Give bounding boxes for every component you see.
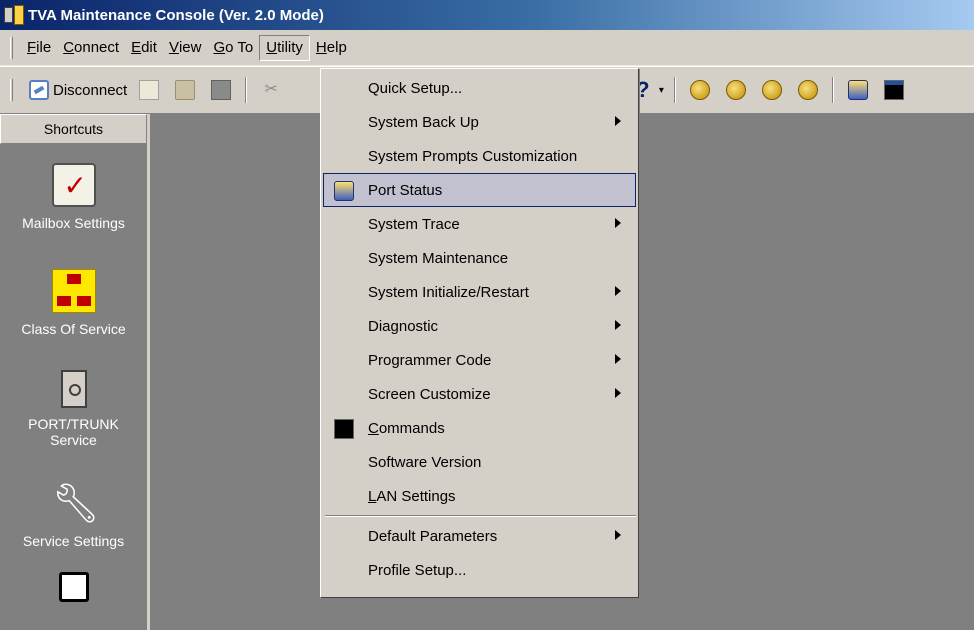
wrench-icon: 🔧︎ (51, 481, 100, 525)
cut-button[interactable]: ✂ (253, 74, 289, 106)
menu-item-system-trace[interactable]: System Trace (323, 207, 636, 241)
shortcuts-header[interactable]: Shortcuts (0, 114, 147, 144)
toolbar-separator (245, 77, 248, 103)
window-title: TVA Maintenance Console (Ver. 2.0 Mode) (28, 6, 324, 24)
shortcut-label: Service Settings (22, 533, 125, 549)
database-icon (725, 80, 746, 100)
port-status-icon (847, 80, 868, 100)
new-document-icon (139, 80, 160, 100)
menu-item-default-parameters[interactable]: Default Parameters (323, 519, 636, 553)
submenu-arrow-icon (615, 218, 621, 228)
database-icon (761, 80, 782, 100)
disconnect-icon (29, 80, 49, 100)
shortcut-label: Class Of Service (21, 321, 126, 337)
cut-icon: ✂ (264, 81, 278, 98)
menu-separator (325, 515, 636, 517)
toolbar-separator (673, 77, 676, 103)
menu-connect[interactable]: Connect (57, 35, 125, 61)
shortcut-service-settings[interactable]: 🔧︎ Service Settings (0, 462, 147, 568)
menu-view[interactable]: View (163, 35, 208, 61)
save-icon (211, 80, 232, 100)
menu-goto[interactable]: Go To (207, 35, 259, 61)
commands-button[interactable] (876, 74, 912, 106)
menu-help[interactable]: Help (310, 35, 353, 61)
terminal-icon (334, 419, 354, 439)
menu-item-system-initialize-restart[interactable]: System Initialize/Restart (323, 275, 636, 309)
shortcut-label: PORT/TRUNK Service (28, 416, 119, 448)
menu-file[interactable]: File (21, 35, 57, 61)
db-button-2[interactable] (718, 74, 754, 106)
disconnect-button[interactable]: Disconnect (21, 74, 131, 106)
shortcut-label: Mailbox Settings (22, 215, 125, 231)
submenu-arrow-icon (615, 354, 621, 364)
menu-item-programmer-code[interactable]: Programmer Code (323, 343, 636, 377)
menu-utility[interactable]: Utility (259, 34, 310, 61)
database-icon (689, 80, 710, 100)
submenu-arrow-icon (615, 116, 621, 126)
computer-icon (58, 572, 89, 602)
menu-item-commands[interactable]: Commands (323, 411, 636, 445)
db-button-4[interactable] (790, 74, 826, 106)
database-icon (797, 80, 818, 100)
port-status-button[interactable] (840, 74, 876, 106)
shortcut-mailbox-settings[interactable]: Mailbox Settings (0, 144, 147, 250)
new-button[interactable] (131, 74, 167, 106)
disconnect-label: Disconnect (53, 81, 128, 99)
submenu-arrow-icon (615, 286, 621, 296)
port-status-icon (334, 181, 354, 201)
menu-item-lan-settings[interactable]: L AN Settings (323, 479, 636, 513)
menu-edit[interactable]: Edit (125, 35, 163, 61)
submenu-arrow-icon (615, 530, 621, 540)
help-dropdown-arrow-icon[interactable]: ▾ (659, 85, 664, 96)
shortcut-class-of-service[interactable]: Class Of Service (0, 250, 147, 356)
utility-menu: Quick Setup... System Back Up System Pro… (320, 68, 639, 598)
shortcut-port-trunk-service[interactable]: PORT/TRUNK Service (0, 356, 147, 462)
menu-item-system-back-up[interactable]: System Back Up (323, 105, 636, 139)
open-button[interactable] (167, 74, 203, 106)
open-folder-icon (175, 80, 196, 100)
toolbar-separator (831, 77, 834, 103)
shortcuts-panel: Shortcuts Mailbox Settings Class Of Serv… (0, 114, 150, 630)
menu-item-system-maintenance[interactable]: System Maintenance (323, 241, 636, 275)
submenu-arrow-icon (615, 388, 621, 398)
phone-jack-icon (60, 370, 87, 408)
menu-bar: File Connect Edit View Go To Utility Hel… (0, 30, 974, 66)
submenu-arrow-icon (615, 320, 621, 330)
org-chart-icon (51, 269, 96, 313)
toolbar-grip[interactable] (10, 79, 13, 101)
menu-item-port-status[interactable]: Port Status (323, 173, 636, 207)
db-button-1[interactable] (682, 74, 718, 106)
title-bar: TVA Maintenance Console (Ver. 2.0 Mode) (0, 0, 974, 30)
menu-item-quick-setup[interactable]: Quick Setup... (323, 71, 636, 105)
shortcut-computer[interactable] (0, 568, 147, 618)
menu-item-system-prompts-customization[interactable]: System Prompts Customization (323, 139, 636, 173)
menu-item-profile-setup[interactable]: Profile Setup... (323, 553, 636, 587)
save-button[interactable] (203, 74, 239, 106)
menu-item-screen-customize[interactable]: Screen Customize (323, 377, 636, 411)
menubar-grip[interactable] (10, 36, 13, 59)
menu-item-software-version[interactable]: Software Version (323, 445, 636, 479)
terminal-icon (883, 80, 904, 100)
clipboard-check-icon (51, 163, 96, 207)
menu-item-diagnostic[interactable]: Diagnostic (323, 309, 636, 343)
db-button-3[interactable] (754, 74, 790, 106)
app-icon[interactable] (4, 5, 24, 25)
